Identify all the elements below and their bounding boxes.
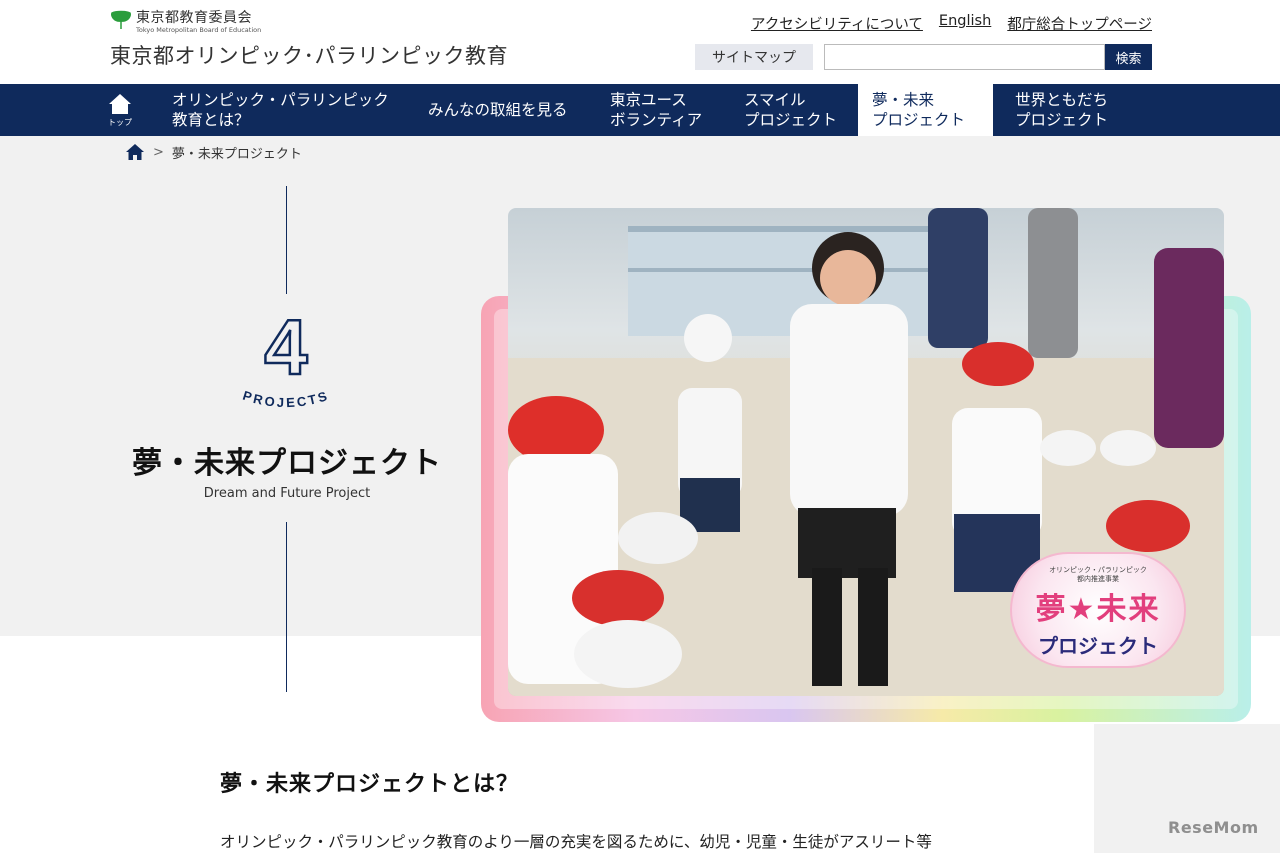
- nav-item-youth-volunteer[interactable]: 東京ユースボランティア: [596, 84, 716, 136]
- child-red-cap: [962, 342, 1034, 386]
- search-input[interactable]: [824, 44, 1105, 70]
- breadcrumb-current: 夢・未来プロジェクト: [171, 146, 302, 162]
- nav-item-label: 世界ともだち: [1015, 91, 1109, 109]
- nav-item-label: 夢・未来: [872, 91, 935, 109]
- child-red-cap: [508, 396, 604, 464]
- projects-label: PROJECTS: [241, 388, 329, 410]
- nav-item-label: プロジェクト: [872, 111, 966, 129]
- utility-links: アクセシビリティについて English 都庁総合トップページ: [751, 13, 1152, 34]
- child-red-cap: [572, 570, 664, 626]
- athlete-leg: [858, 568, 888, 686]
- english-link[interactable]: English: [939, 13, 991, 34]
- athlete-shorts: [798, 508, 896, 578]
- resemom-watermark: ReseMom: [1168, 818, 1259, 837]
- divider-line: [286, 522, 287, 692]
- bleachers-rail: [628, 226, 928, 232]
- dream-future-logo-badge: オリンピック・パラリンピック 都内推進事業 夢★未来 プロジェクト: [1010, 552, 1186, 668]
- athlete-shirt: [790, 304, 908, 516]
- nav-item-label: プロジェクト: [744, 111, 838, 129]
- nav-item-world-friends-project[interactable]: 世界ともだち プロジェクト: [1001, 84, 1122, 136]
- nav-item-label: 東京ユース: [610, 91, 687, 109]
- nav-item-label: みんなの取組を見る: [428, 101, 568, 119]
- nav-item-label: オリンピック・パラリンピック: [172, 91, 389, 109]
- site-title[interactable]: 東京都オリンピック･パラリンピック教育: [110, 40, 508, 70]
- site-header: 東京都教育委員会 Tokyo Metropolitan Board of Edu…: [0, 0, 1280, 84]
- sitemap-button[interactable]: サイトマップ: [695, 44, 813, 70]
- org-logo[interactable]: 東京都教育委員会 Tokyo Metropolitan Board of Edu…: [110, 10, 261, 34]
- project-number: 4: [264, 312, 307, 391]
- badge-main-text: 夢★未来: [1035, 592, 1161, 627]
- badge-caption: オリンピック・パラリンピック 都内推進事業: [1012, 566, 1184, 584]
- nav-item-label: プロジェクト: [1015, 111, 1109, 129]
- badge-caption-line: オリンピック・パラリンピック: [1049, 566, 1147, 574]
- nav-home-label: トップ: [108, 118, 132, 127]
- section-heading: 夢・未来プロジェクトとは？: [220, 772, 520, 797]
- home-icon[interactable]: [125, 143, 145, 161]
- child-white-cap: [1040, 430, 1096, 466]
- spectator-shape: [1154, 248, 1224, 448]
- athlete-face: [820, 250, 876, 306]
- child-white-cap: [684, 314, 732, 362]
- nav-item-olympic-education[interactable]: オリンピック・パラリンピック 教育とは？: [158, 84, 403, 136]
- badge-sub-text: プロジェクト: [1038, 634, 1158, 658]
- nav-item-smile-project[interactable]: スマイルプロジェクト: [730, 84, 851, 136]
- child-white-cap: [618, 512, 698, 564]
- athlete-leg: [812, 568, 842, 686]
- spectator-shape: [928, 208, 988, 348]
- nav-item-everyone-efforts[interactable]: みんなの取組を見る: [414, 84, 582, 136]
- org-name-en: Tokyo Metropolitan Board of Education: [136, 26, 262, 34]
- home-icon: [109, 94, 131, 114]
- org-name-ja: 東京都教育委員会: [136, 10, 252, 26]
- child-white-cap: [574, 620, 682, 688]
- nav-item-label: 教育とは？: [172, 111, 250, 129]
- child-white-cap: [1100, 430, 1156, 466]
- nav-item-label: ボランティア: [610, 111, 703, 129]
- nav-home[interactable]: トップ: [104, 84, 136, 136]
- breadcrumb-separator: >: [153, 144, 164, 160]
- metro-top-link[interactable]: 都庁総合トップページ: [1007, 13, 1152, 34]
- spectator-shape: [1028, 208, 1078, 358]
- nav-item-label: スマイル: [744, 91, 806, 109]
- badge-caption-line: 都内推進事業: [1077, 575, 1119, 583]
- nav-item-dream-future-project[interactable]: 夢・未来プロジェクト: [858, 84, 993, 136]
- accessibility-link[interactable]: アクセシビリティについて: [751, 13, 923, 34]
- section-paragraph: オリンピック・パラリンピック教育のより一層の充実を図るために、幼児・児童・生徒が…: [220, 833, 932, 851]
- search-button[interactable]: 検索: [1105, 44, 1152, 70]
- project-number-emblem: 4 PROJECTS: [241, 312, 331, 410]
- svg-text:PROJECTS: PROJECTS: [241, 388, 331, 410]
- global-nav: トップ オリンピック・パラリンピック 教育とは？ みんなの取組を見る 東京ユースボ…: [0, 84, 1280, 136]
- child-red-cap: [1106, 500, 1190, 552]
- breadcrumb: > 夢・未来プロジェクト: [125, 142, 302, 162]
- divider-line: [286, 186, 287, 294]
- ginkgo-leaf-icon: [111, 10, 131, 29]
